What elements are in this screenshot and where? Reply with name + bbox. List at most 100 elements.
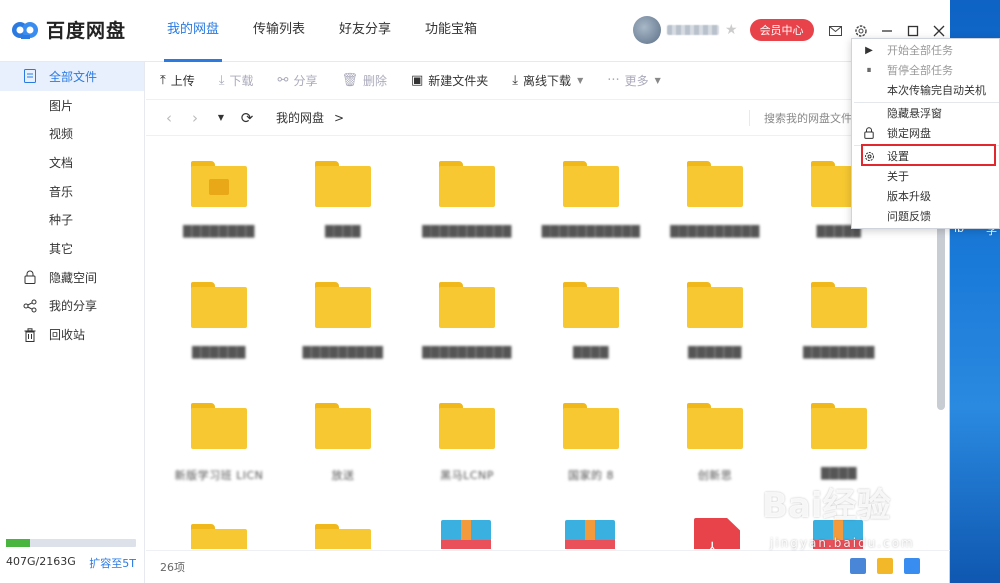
menu-item-about[interactable]: 关于 (852, 166, 1000, 186)
file-item[interactable]: ████████ (164, 137, 274, 247)
menu-item-auto-shutdown[interactable]: 本次传输完自动关机 (852, 80, 1000, 100)
file-name: 新版学习班 LICN (174, 469, 264, 482)
upload-float-icon[interactable] (877, 558, 893, 574)
top-bar: 百度网盘 我的网盘 传输列表 好友分享 功能宝箱 ★ 会员中心 (0, 0, 950, 62)
file-name: █████████ (302, 346, 384, 359)
upload-button[interactable]: ⤒ 上传 (160, 72, 195, 89)
folder-icon (811, 282, 867, 328)
file-item[interactable]: ⅄ (660, 500, 770, 549)
file-item[interactable] (288, 500, 398, 549)
tab-toolbox[interactable]: 功能宝箱 (408, 0, 494, 62)
sidebar-item-my-share[interactable]: 我的分享 (0, 292, 144, 321)
sidebar-item-torrents[interactable]: 种子 (0, 205, 144, 234)
caret-down-icon: ▼ (577, 76, 584, 85)
sidebar-item-docs[interactable]: 文档 (0, 148, 144, 177)
download-icon: ⤓ (218, 73, 225, 88)
folder-icon (191, 282, 247, 328)
file-item[interactable]: 放送 (288, 379, 398, 489)
tab-friend-share[interactable]: 好友分享 (322, 0, 408, 62)
download-label: 下载 (229, 74, 254, 88)
folder-icon (563, 161, 619, 207)
sidebar-item-videos[interactable]: 视频 (0, 119, 144, 148)
storage-used-text: 407G/2163G (6, 555, 76, 568)
file-item[interactable]: ██████████ (660, 137, 770, 247)
watermark-logo: Bai经验 (762, 486, 891, 526)
file-name: ████ (325, 225, 361, 238)
file-item[interactable]: ████ (288, 137, 398, 247)
file-item[interactable]: ███████████ (536, 137, 646, 247)
lock-icon (22, 269, 38, 285)
app-logo[interactable]: 百度网盘 (10, 16, 126, 43)
file-item[interactable] (164, 500, 274, 549)
forward-icon[interactable]: › (184, 109, 206, 127)
back-icon[interactable]: ‹ (158, 109, 180, 127)
locked-folder-icon (191, 161, 247, 207)
folder-icon (315, 524, 371, 549)
pause-icon: ⏸ (866, 64, 872, 76)
file-item[interactable]: ██████ (660, 258, 770, 368)
app-name: 百度网盘 (46, 20, 127, 42)
more-button[interactable]: ··· 更多 ▼ (607, 72, 661, 89)
avatar[interactable] (633, 16, 661, 44)
menu-item-lock-netdisk[interactable]: 锁定网盘 (852, 123, 1000, 143)
lock-float-icon[interactable] (904, 558, 920, 574)
file-item[interactable]: ████ (784, 379, 894, 489)
history-dropdown-icon[interactable]: ▼ (210, 113, 232, 122)
delete-button[interactable]: 🗑 删除 (341, 72, 387, 89)
file-item[interactable]: ██████████ (412, 137, 522, 247)
file-item[interactable] (412, 500, 522, 549)
menu-item-pause-all[interactable]: ⏸ 暂停全部任务 (852, 60, 1000, 80)
mail-icon[interactable] (826, 22, 844, 40)
share-label: 分享 (293, 74, 318, 88)
expand-storage-link[interactable]: 扩容至5T (89, 555, 136, 571)
file-item[interactable]: 国家的 8 (536, 379, 646, 489)
sidebar-item-others[interactable]: 其它 (0, 234, 144, 263)
file-item[interactable]: ████ (536, 258, 646, 368)
tab-transfer-list[interactable]: 传输列表 (236, 0, 322, 62)
sidebar-item-recycle-bin[interactable]: 回收站 (0, 320, 144, 349)
menu-item-hide-float[interactable]: 隐藏悬浮窗 (852, 103, 1000, 123)
sidebar-item-music[interactable]: 音乐 (0, 177, 144, 206)
folder-icon (687, 282, 743, 328)
file-item[interactable]: 黑马LCNP (412, 379, 522, 489)
breadcrumb[interactable]: 我的网盘 (276, 109, 324, 126)
file-item[interactable]: 创新思 (660, 379, 770, 489)
sidebar-item-all-files[interactable]: 全部文件 (0, 62, 144, 91)
menu-item-label: 开始全部任务 (887, 44, 953, 57)
folder-icon (687, 403, 743, 449)
vip-center-button[interactable]: 会员中心 (749, 19, 814, 41)
file-item[interactable]: ████████ (784, 258, 894, 368)
sidebar-item-hidden-space[interactable]: 隐藏空间 (0, 263, 144, 292)
offline-download-label: 离线下载 (523, 74, 572, 88)
file-item[interactable]: ██████████ (412, 258, 522, 368)
file-item[interactable]: ██████ (164, 258, 274, 368)
file-item[interactable]: 新版学习班 LICN (164, 379, 274, 489)
sidebar-item-images[interactable]: 图片 (0, 91, 144, 120)
new-folder-icon: ▣ (410, 73, 424, 88)
menu-item-label: 问题反馈 (887, 210, 931, 223)
menu-item-upgrade[interactable]: 版本升级 (852, 186, 1000, 206)
refresh-icon[interactable]: ⟳ (236, 109, 258, 127)
watermark-url: jingyan.baidu.com (770, 536, 915, 550)
address-bar: ‹ › ▼ ⟳ 我的网盘 > 搜索我的网盘文件 (146, 100, 950, 136)
menu-item-feedback[interactable]: 问题反馈 (852, 206, 1000, 226)
search-input[interactable]: 搜索我的网盘文件 (749, 110, 852, 126)
tab-my-netdisk[interactable]: 我的网盘 (150, 0, 236, 62)
menu-item-label: 隐藏悬浮窗 (887, 107, 942, 120)
menu-item-start-all[interactable]: ▶ 开始全部任务 (852, 40, 1000, 60)
share-button[interactable]: ⚯ 分享 (278, 72, 318, 89)
settings-dropdown-menu: ▶ 开始全部任务 ⏸ 暂停全部任务 本次传输完自动关机 隐藏悬浮窗 锁定网盘 设… (851, 38, 1000, 229)
file-item[interactable]: █████████ (288, 258, 398, 368)
new-folder-button[interactable]: ▣ 新建文件夹 (411, 72, 488, 89)
download-button[interactable]: ⤓ 下载 (219, 72, 254, 89)
file-name: ████████ (803, 346, 875, 359)
lock-icon (862, 126, 876, 140)
offline-download-button[interactable]: ⤓ 离线下载 ▼ (512, 72, 583, 89)
folder-icon (563, 282, 619, 328)
menu-item-label: 版本升级 (887, 190, 931, 203)
folder-icon (439, 282, 495, 328)
file-item[interactable] (536, 500, 646, 549)
grid-view-icon[interactable] (850, 558, 866, 574)
storage-bar-fill (6, 539, 31, 547)
username-blurred[interactable] (667, 25, 719, 35)
